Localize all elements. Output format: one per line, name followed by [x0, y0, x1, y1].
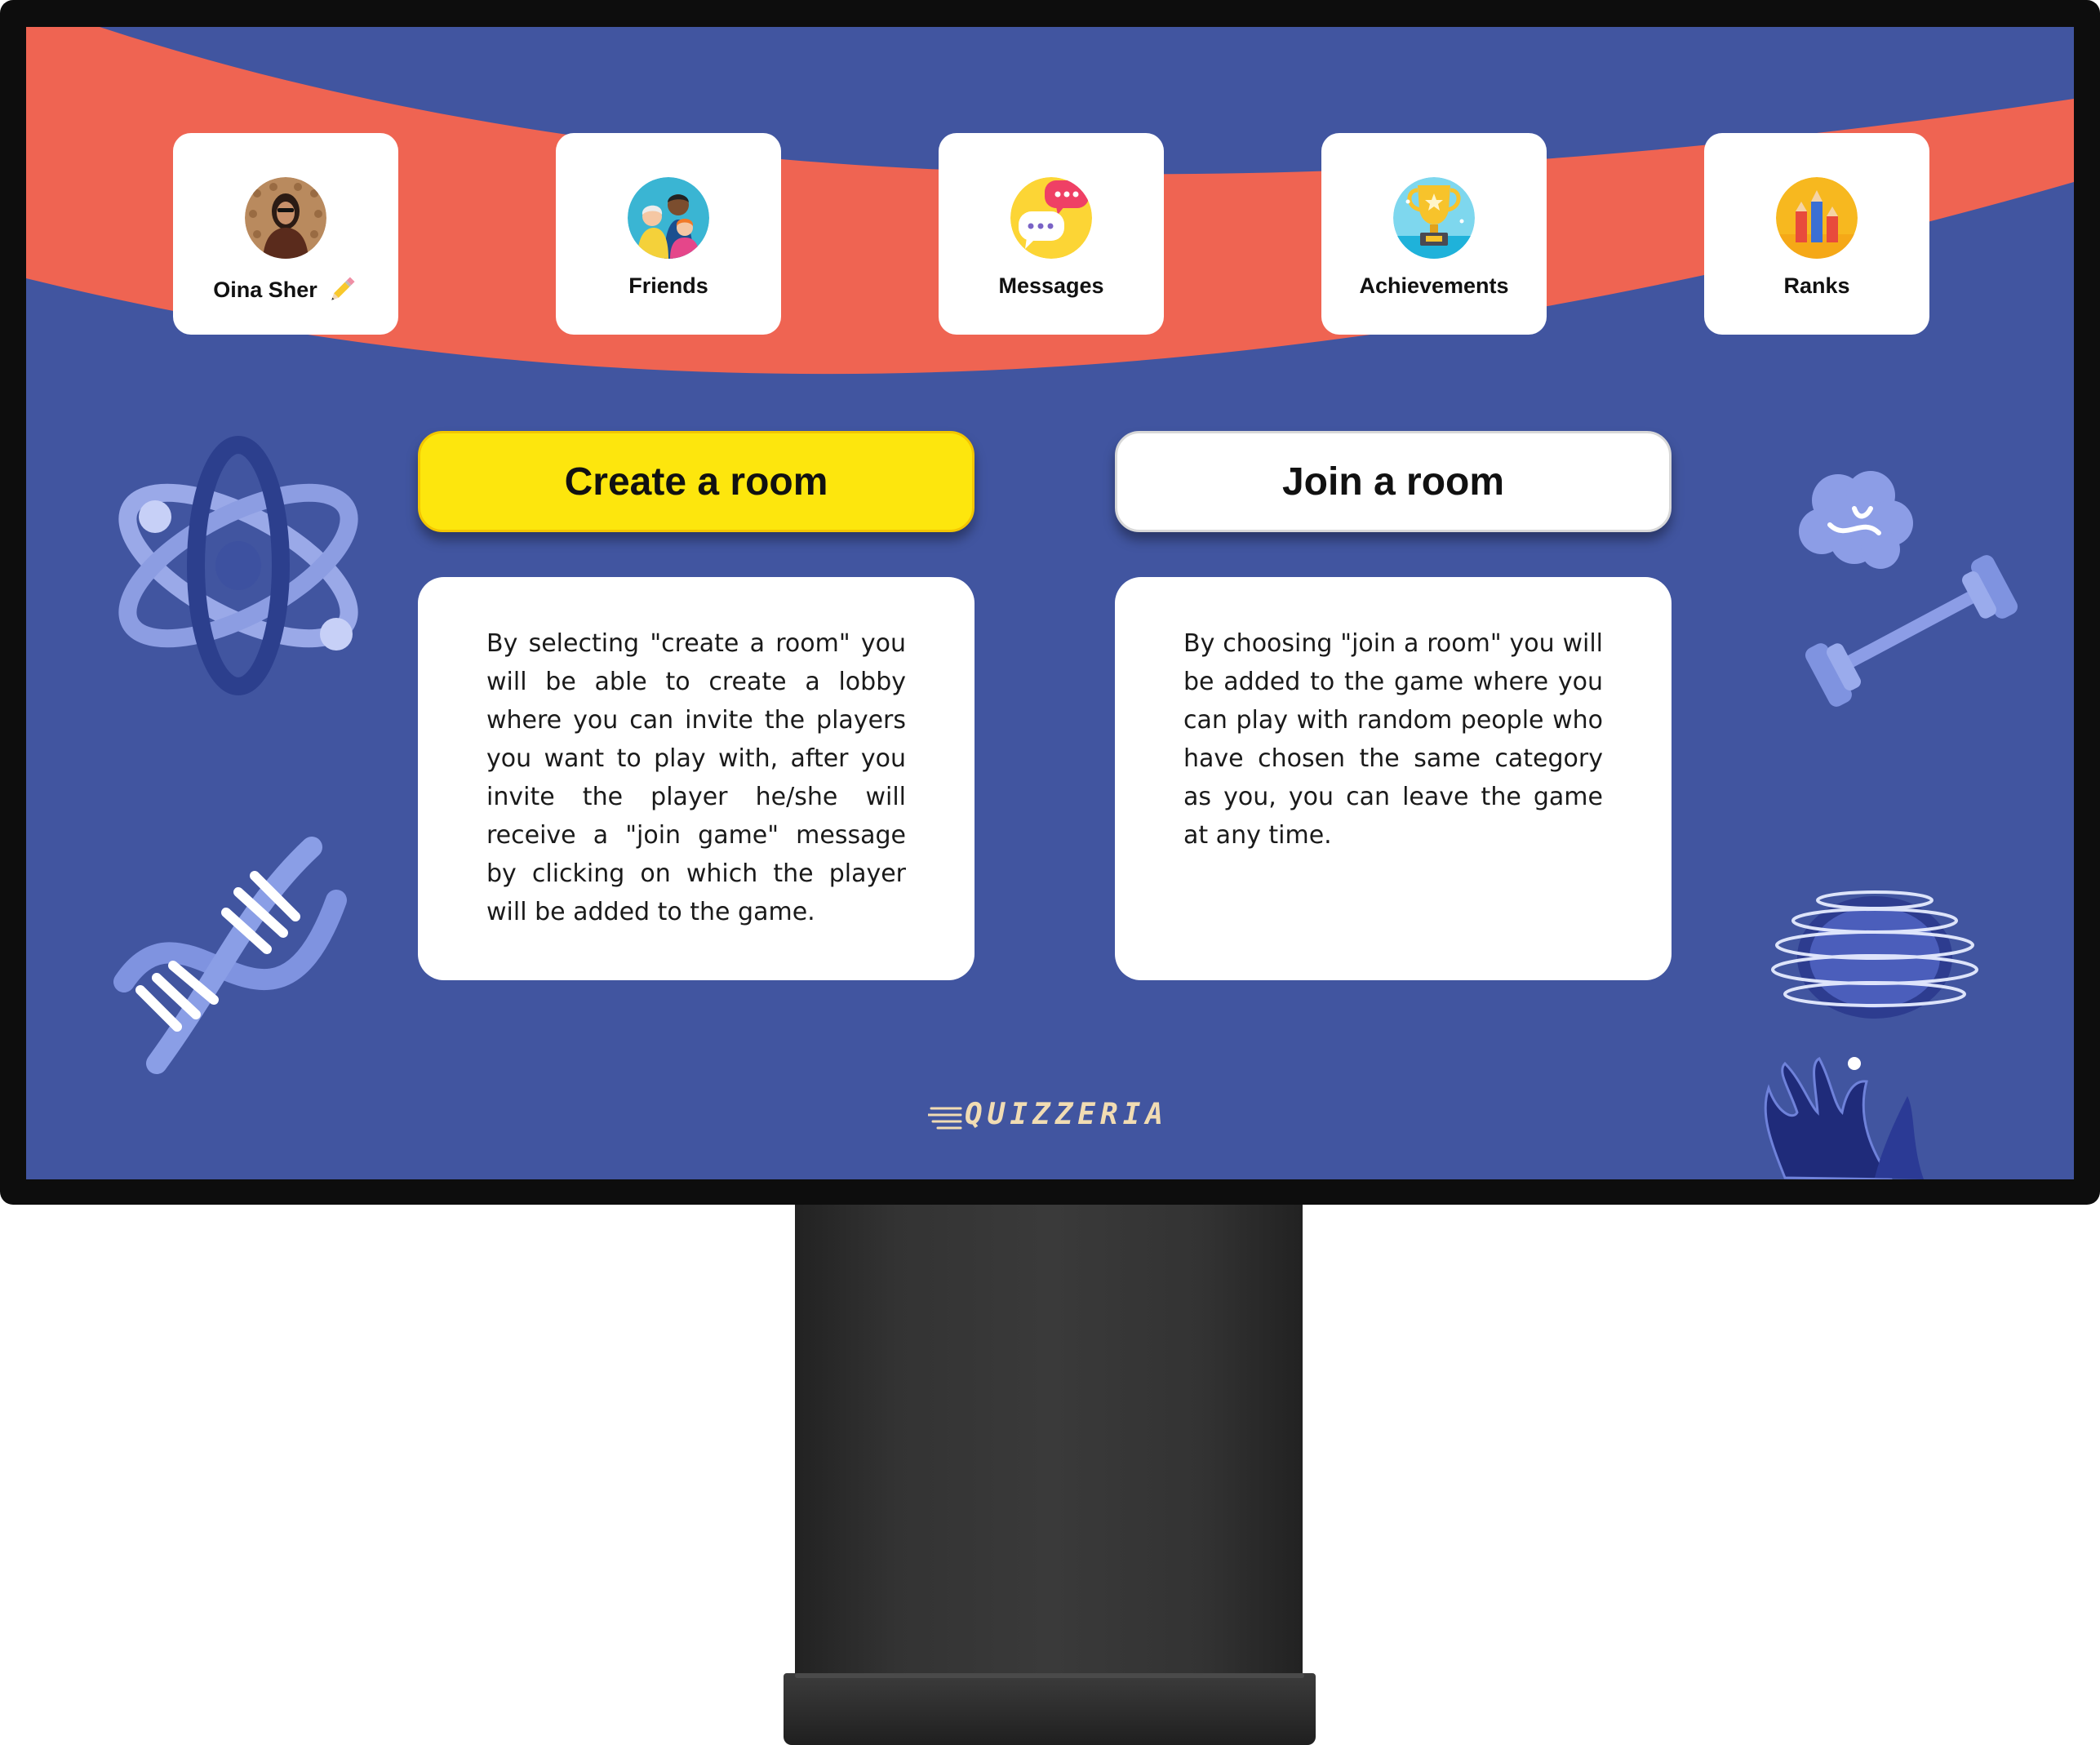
- nav-label-achievements: Achievements: [1359, 273, 1509, 298]
- pencils-icon: [1776, 177, 1858, 259]
- nav-card-ranks[interactable]: Ranks: [1704, 133, 1929, 335]
- create-room-button[interactable]: Create a room: [418, 431, 975, 532]
- nav-label-friends: Friends: [628, 273, 708, 298]
- quizzeria-logo: QUIZZERIA: [965, 1098, 1169, 1131]
- trophy-icon: [1393, 177, 1475, 259]
- create-room-description-card: By selecting "create a room" you will be…: [418, 577, 975, 980]
- edit-pencil-icon[interactable]: [326, 273, 358, 306]
- avatar: [245, 177, 326, 259]
- nav-card-profile[interactable]: Oina Sher: [173, 133, 398, 335]
- friends-icon: [628, 177, 709, 259]
- screen: Oina Sher Friends Messages Achievements …: [26, 27, 2074, 1179]
- monitor-bezel: Oina Sher Friends Messages Achievements …: [0, 0, 2100, 1205]
- nav-card-friends[interactable]: Friends: [556, 133, 781, 335]
- nav-label-messages: Messages: [998, 273, 1104, 298]
- robot-hand-brain-icon: [1764, 890, 1978, 1179]
- join-room-button[interactable]: Join a room: [1115, 431, 1672, 532]
- create-room-description: By selecting "create a room" you will be…: [486, 629, 906, 926]
- monitor-stand: [795, 1205, 1303, 1711]
- join-room-description: By choosing "join a room" you will be ad…: [1183, 629, 1603, 850]
- dumbbell-icon: [1805, 555, 2018, 707]
- dna-icon: [113, 837, 347, 1074]
- nav-label-ranks: Ranks: [1783, 273, 1850, 298]
- profile-name: Oina Sher: [213, 277, 317, 302]
- nav-card-achievements[interactable]: Achievements: [1321, 133, 1547, 335]
- monitor-stand-base: [784, 1673, 1316, 1745]
- join-room-description-card: By choosing "join a room" you will be ad…: [1115, 577, 1672, 980]
- atom-icon: [118, 436, 358, 695]
- chat-bubbles-icon: [1010, 177, 1092, 259]
- nav-card-messages[interactable]: Messages: [939, 133, 1164, 335]
